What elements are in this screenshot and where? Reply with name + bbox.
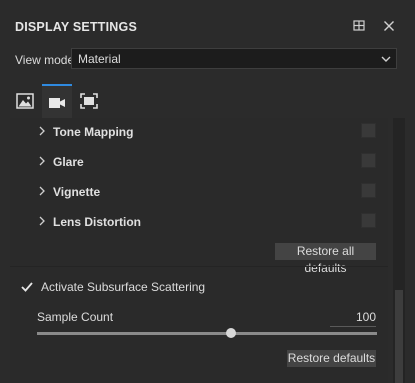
section-enable-checkbox[interactable] — [361, 123, 376, 138]
tab-frame[interactable] — [74, 84, 104, 118]
subsurface-scattering-row[interactable]: Activate Subsurface Scattering — [20, 279, 380, 297]
subsurface-scattering-label: Activate Subsurface Scattering — [41, 280, 206, 294]
section-vignette[interactable]: Vignette — [28, 180, 378, 206]
section-glare[interactable]: Glare — [28, 150, 378, 176]
sample-count-input[interactable]: 100 — [330, 310, 376, 327]
frame-icon — [80, 93, 98, 109]
section-enable-checkbox[interactable] — [361, 183, 376, 198]
section-label: Tone Mapping — [53, 125, 134, 139]
close-icon[interactable] — [381, 18, 397, 34]
restore-defaults-button[interactable]: Restore defaults — [287, 350, 376, 367]
camera-icon — [49, 98, 65, 108]
view-mode-label: View mode — [15, 53, 75, 67]
view-mode-row: View mode Material — [0, 48, 415, 72]
panel-title: DISPLAY SETTINGS — [15, 20, 137, 34]
chevron-down-icon — [381, 56, 391, 62]
section-enable-checkbox[interactable] — [361, 213, 376, 228]
sample-count-label: Sample Count — [37, 310, 114, 324]
display-settings-panel: DISPLAY SETTINGS View mode Material Tone… — [0, 0, 415, 383]
section-label: Lens Distortion — [53, 215, 142, 229]
chevron-right-icon — [39, 216, 45, 226]
checkmark-icon[interactable] — [20, 280, 34, 294]
sample-count-slider-handle[interactable] — [225, 328, 236, 338]
chevron-right-icon — [39, 126, 45, 136]
section-label: Vignette — [53, 185, 101, 199]
section-divider — [10, 266, 388, 267]
chevron-right-icon — [39, 186, 45, 196]
view-mode-select[interactable]: Material — [71, 48, 397, 69]
image-icon — [16, 93, 34, 109]
section-lens-distortion[interactable]: Lens Distortion — [28, 210, 378, 236]
restore-all-defaults-button[interactable]: Restore all defaults — [275, 243, 376, 275]
section-enable-checkbox[interactable] — [361, 153, 376, 168]
section-label: Glare — [53, 155, 84, 169]
view-mode-value: Material — [78, 52, 121, 66]
tab-image[interactable] — [10, 84, 40, 118]
scrollbar-thumb[interactable] — [395, 290, 403, 383]
tab-camera[interactable] — [42, 84, 72, 118]
sample-count-slider-track[interactable] — [37, 332, 377, 335]
title-bar: DISPLAY SETTINGS — [0, 0, 415, 44]
chevron-right-icon — [39, 156, 45, 166]
section-tone-mapping[interactable]: Tone Mapping — [28, 120, 378, 146]
dock-icon[interactable] — [351, 18, 367, 34]
tab-bar — [0, 84, 415, 118]
